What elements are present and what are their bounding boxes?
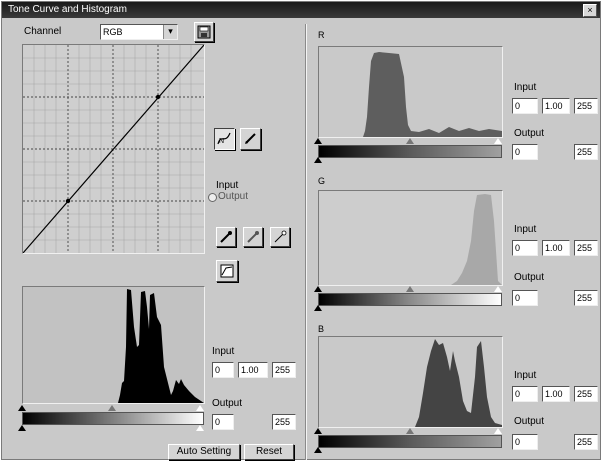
gray-point-eyedropper-button[interactable] [243, 227, 263, 247]
channel-b-histogram-area [319, 339, 502, 427]
output-black-slider[interactable] [18, 425, 26, 431]
channel-b-input-gamma[interactable]: 1.00 [542, 386, 570, 402]
curve-file-icon [220, 264, 234, 278]
output-white-slider[interactable] [196, 425, 204, 431]
channel-g-gradient-bar [318, 293, 502, 306]
main-output-label: Output [212, 398, 243, 409]
chevron-down-icon[interactable]: ▾ [163, 25, 177, 39]
main-input-black[interactable]: 0 [212, 362, 234, 378]
main-output-white[interactable]: 255 [272, 414, 296, 430]
channel-r-output-black[interactable]: 0 [512, 144, 538, 160]
window-title: Tone Curve and Histogram [8, 4, 127, 15]
channel-g-output-black-slider[interactable] [314, 305, 322, 311]
tone-curve-dialog: Tone Curve and Histogram × Channel RGB ▾ [1, 1, 601, 460]
curve-point [65, 198, 71, 204]
channel-b-input-label: Input [514, 370, 537, 381]
main-input-gamma[interactable]: 1.00 [238, 362, 268, 378]
channel-r-input-label: Input [514, 82, 537, 93]
tone-curve-graph[interactable] [22, 44, 205, 254]
channel-g-input-gamma-slider[interactable] [406, 286, 414, 292]
channel-g-name: G [318, 176, 326, 186]
channel-select[interactable]: RGB ▾ [100, 24, 178, 40]
rgb-histogram [22, 286, 205, 404]
auto-setting-button[interactable]: Auto Setting [168, 444, 240, 460]
rgb-histogram-plot [23, 289, 204, 403]
tone-curve-canvas[interactable] [22, 44, 205, 254]
channel-r-output-white[interactable]: 255 [574, 144, 598, 160]
input-black-slider[interactable] [18, 405, 26, 411]
title-bar[interactable]: Tone Curve and Histogram × [2, 2, 600, 18]
channel-g-input-white-slider[interactable] [494, 286, 502, 292]
channel-r-input-white[interactable]: 255 [574, 98, 598, 114]
channel-r-input-white-slider[interactable] [494, 138, 502, 144]
channel-r-output-black-slider[interactable] [314, 157, 322, 163]
channel-r-name: R [318, 30, 325, 40]
channel-r-input-gamma[interactable]: 1.00 [542, 98, 570, 114]
load-curve-button[interactable] [216, 260, 238, 282]
main-input-label: Input [212, 346, 235, 357]
black-point-eyedropper-button[interactable] [216, 227, 236, 247]
channel-g-input-gamma[interactable]: 1.00 [542, 240, 570, 256]
output-radio-label: Output [218, 191, 249, 202]
channel-r-input-black[interactable]: 0 [512, 98, 538, 114]
input-white-slider[interactable] [196, 405, 204, 411]
channel-g-histogram-plot [319, 194, 502, 285]
channel-b-input-white[interactable]: 255 [574, 386, 598, 402]
smooth-curve-tool-button[interactable]: N [214, 128, 235, 150]
white-point-eyedropper-button[interactable] [270, 227, 290, 247]
disk-icon [197, 25, 211, 39]
eyedropper-white-icon [274, 230, 287, 243]
channel-g-histogram-area [319, 194, 502, 285]
channel-b-input-white-slider[interactable] [494, 428, 502, 434]
channel-g-output-label: Output [514, 272, 545, 283]
eyedropper-black-icon [220, 231, 232, 243]
channel-r-histogram-area [319, 52, 502, 137]
svg-text:N: N [219, 138, 224, 145]
histogram-area [23, 289, 204, 403]
channel-b-input-black-slider[interactable] [314, 428, 322, 434]
freehand-curve-tool-button[interactable] [240, 128, 261, 150]
channel-b-gradient-bar [318, 435, 502, 448]
eyedropper-gray-icon [247, 231, 259, 243]
channel-b-input-black[interactable]: 0 [512, 386, 538, 402]
save-curve-button[interactable] [194, 22, 214, 42]
channel-r-histogram [318, 46, 503, 138]
channel-r-histogram-plot [319, 52, 502, 137]
channel-g-input-black[interactable]: 0 [512, 240, 538, 256]
channel-b-histogram-plot [319, 339, 502, 427]
channel-r-input-black-slider[interactable] [314, 138, 322, 144]
output-radio[interactable] [208, 193, 217, 202]
close-button[interactable]: × [583, 4, 597, 17]
input-radio-label: Input [216, 180, 239, 191]
channel-r-output-label: Output [514, 128, 545, 139]
channel-b-input-gamma-slider[interactable] [406, 428, 414, 434]
channel-b-output-label: Output [514, 416, 545, 427]
curve-icon: N [217, 132, 231, 145]
channel-g-input-label: Input [514, 224, 537, 235]
channel-select-value: RGB [103, 27, 123, 37]
pencil-icon [245, 133, 256, 144]
main-output-black[interactable]: 0 [212, 414, 234, 430]
channel-b-output-white[interactable]: 255 [574, 434, 598, 450]
channel-g-input-white[interactable]: 255 [574, 240, 598, 256]
channel-b-output-black-slider[interactable] [314, 447, 322, 453]
channel-b-name: B [318, 324, 325, 334]
curve-point [155, 94, 161, 100]
channel-r-gradient-bar [318, 145, 502, 158]
input-gamma-slider[interactable] [108, 405, 116, 411]
channel-b-histogram [318, 336, 503, 428]
rgb-gradient-bar [22, 412, 204, 425]
channel-g-output-black[interactable]: 0 [512, 290, 538, 306]
main-input-white[interactable]: 255 [272, 362, 296, 378]
channel-b-output-black[interactable]: 0 [512, 434, 538, 450]
channel-label: Channel [24, 26, 62, 37]
channel-g-input-black-slider[interactable] [314, 286, 322, 292]
reset-button[interactable]: Reset [244, 444, 294, 460]
panel-divider [305, 24, 307, 460]
channel-r-input-gamma-slider[interactable] [406, 138, 414, 144]
channel-g-output-white[interactable]: 255 [574, 290, 598, 306]
channel-g-histogram [318, 190, 503, 286]
